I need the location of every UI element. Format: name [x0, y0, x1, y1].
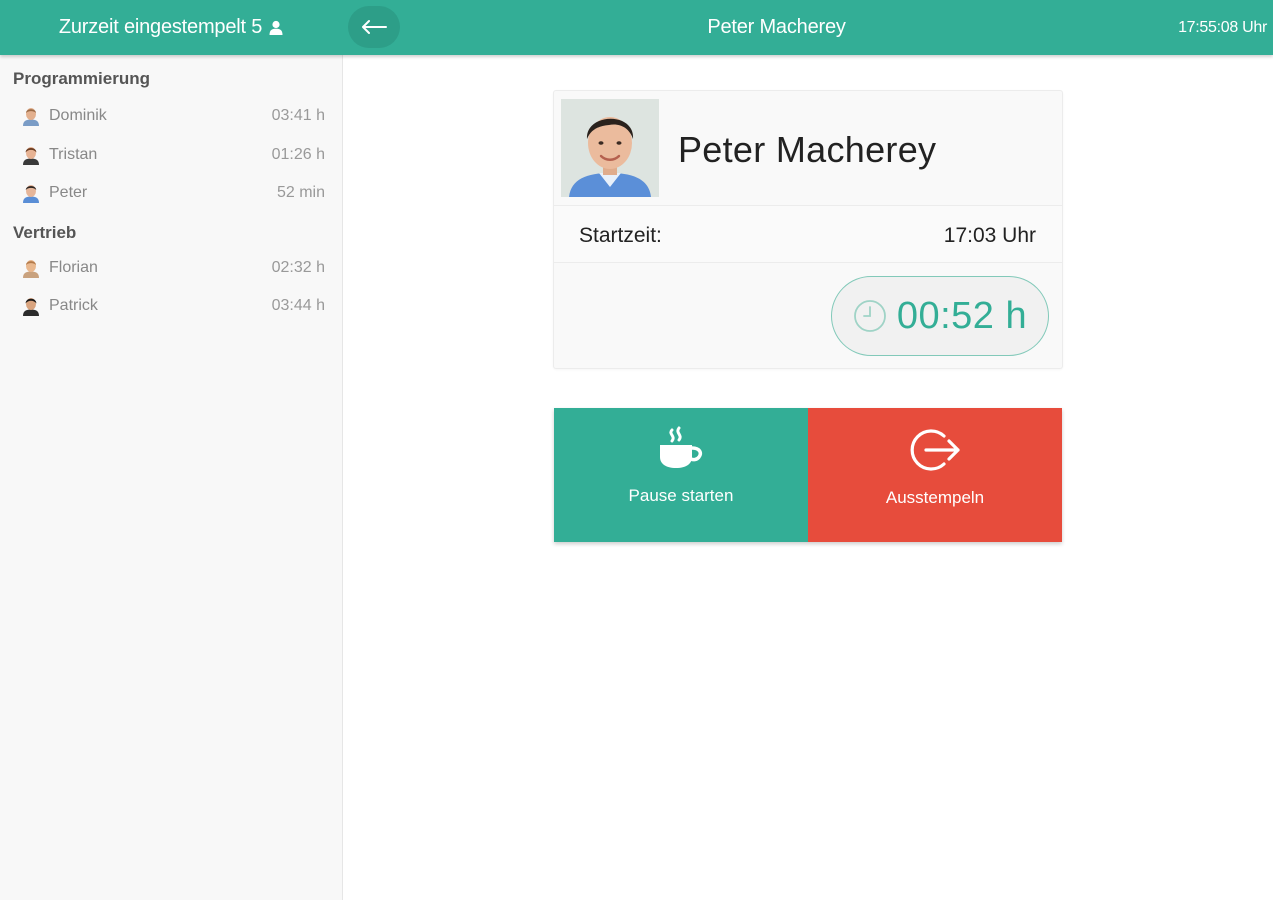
sidebar-member-peter[interactable]: Peter 52 min [0, 174, 342, 213]
member-duration: 03:44 h [271, 297, 325, 315]
start-time-value: 17:03 Uhr [943, 224, 1036, 247]
avatar [23, 298, 39, 317]
sidebar-member-dominik[interactable]: Dominik 03:41 h [0, 97, 342, 136]
member-duration: 01:26 h [271, 145, 325, 163]
clock-out-button-label: Ausstempeln [885, 488, 985, 507]
sidebar-member-florian[interactable]: Florian 02:32 h [0, 249, 342, 288]
sign-out-icon [910, 429, 960, 471]
action-buttons: Pause starten Ausstempeln [554, 408, 1062, 542]
start-time-label: Startzeit: [579, 224, 662, 247]
member-name: Dominik [49, 107, 107, 125]
back-button[interactable] [348, 6, 400, 48]
employee-name: Peter Macherey [678, 129, 937, 170]
avatar [23, 108, 39, 127]
current-time: 17:55:08 Uhr [1178, 18, 1267, 36]
member-duration: 52 min [276, 184, 325, 202]
avatar [23, 185, 39, 204]
sidebar-member-patrick[interactable]: Patrick 03:44 h [0, 287, 342, 326]
start-time-row: Startzeit: 17:03 Uhr [554, 205, 1062, 263]
member-name: Patrick [49, 297, 98, 315]
clocked-in-counter: Zurzeit eingestempelt 5 [0, 0, 343, 55]
employee-card: Peter Macherey Startzeit: 17:03 Uhr 00:5… [553, 90, 1063, 369]
member-duration: 02:32 h [271, 258, 325, 276]
arrow-left-icon [362, 20, 387, 34]
coffee-cup-icon [660, 426, 703, 468]
member-duration: 03:41 h [271, 107, 325, 125]
pause-button-label: Pause starten [628, 486, 734, 505]
user-icon [269, 20, 283, 35]
pause-button[interactable]: Pause starten [554, 408, 808, 542]
avatar [23, 259, 39, 278]
clocked-in-label: Zurzeit eingestempelt 5 [58, 16, 263, 38]
clock-icon [853, 300, 886, 332]
sidebar: Programmierung Dominik 03:41 h Tristan 0… [0, 55, 343, 900]
avatar [23, 146, 39, 165]
portrait-image [561, 99, 659, 197]
group-title: Vertrieb [13, 222, 77, 242]
employee-photo [561, 99, 659, 197]
clock-out-button[interactable]: Ausstempeln [808, 408, 1062, 542]
elapsed-value: 00:52 h [896, 294, 1028, 337]
member-name: Florian [49, 258, 98, 276]
top-bar: Zurzeit eingestempelt 5 Peter Macherey 1… [0, 0, 1273, 55]
member-name: Peter [49, 184, 88, 202]
member-name: Tristan [49, 145, 98, 163]
page-title: Peter Macherey [707, 16, 846, 38]
sidebar-member-tristan[interactable]: Tristan 01:26 h [0, 136, 342, 175]
elapsed-timer: 00:52 h [831, 276, 1049, 356]
group-title: Programmierung [13, 69, 150, 88]
